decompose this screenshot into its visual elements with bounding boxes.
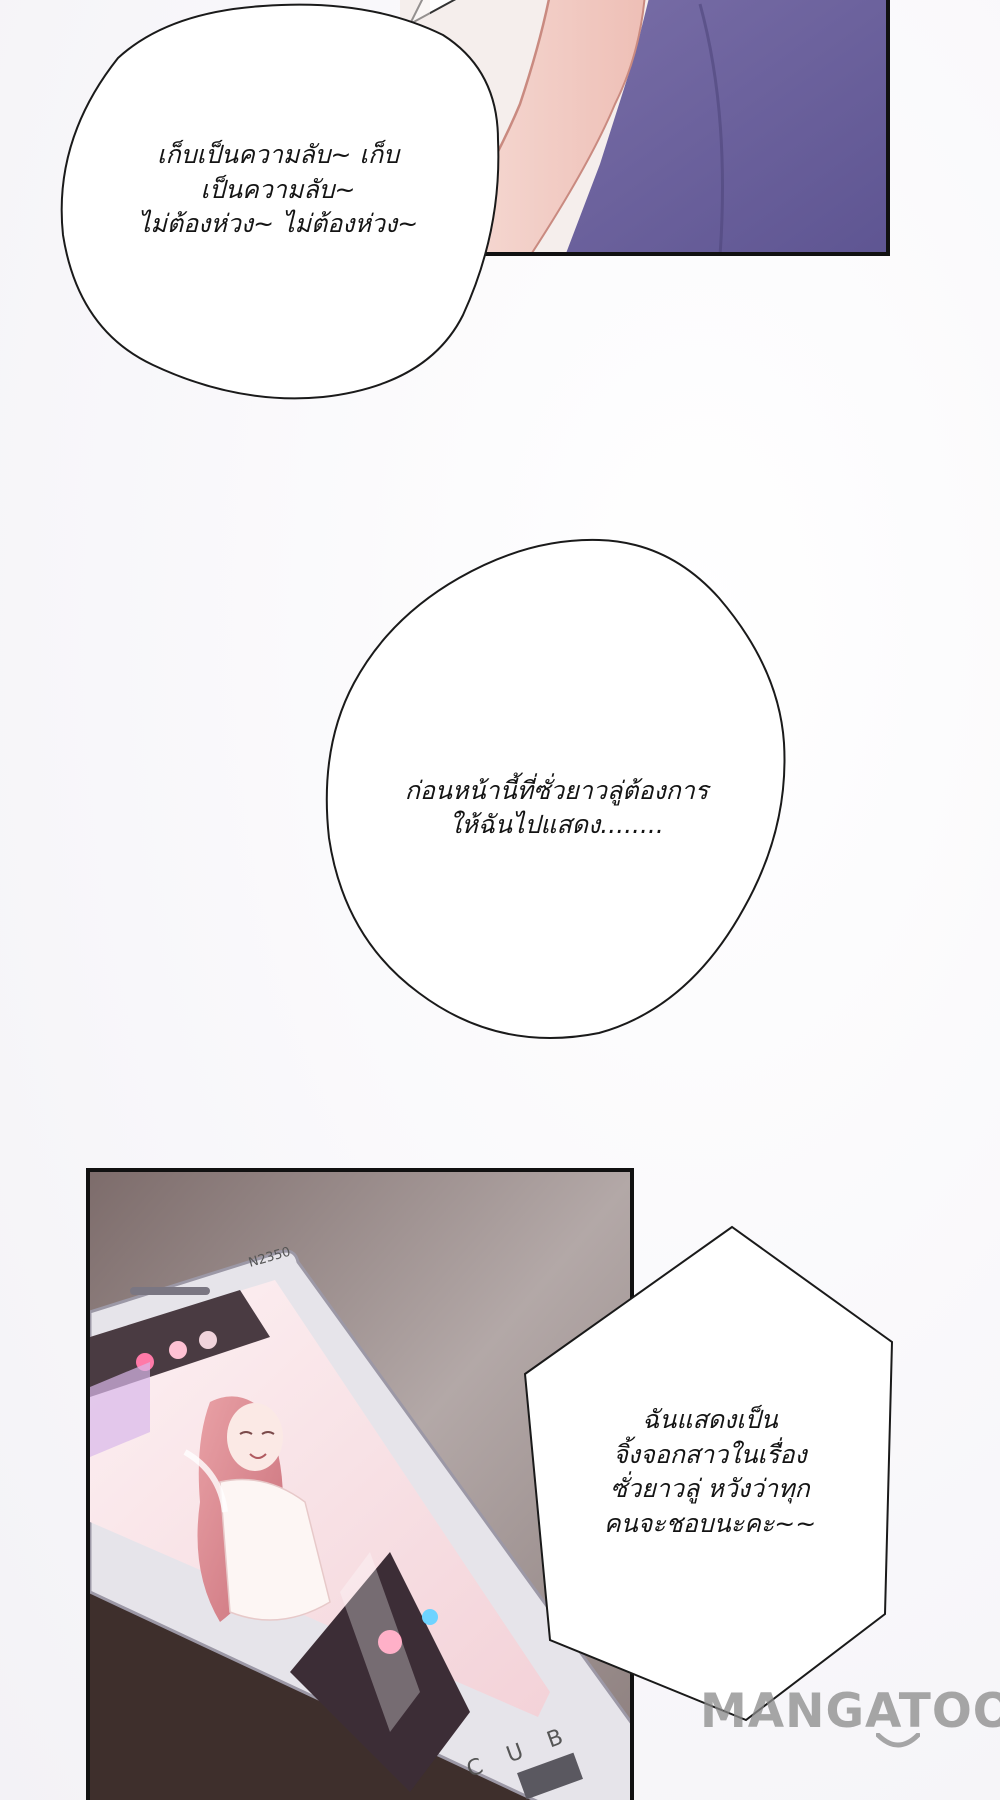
speech-bubble-middle: ก่อนหน้านี้ที่ซั่วยาวลู่ต้องการ ให้ฉันไป… <box>324 538 789 1043</box>
comic-page: เก็บเป็นความลับ~ เก็บ เป็นความลับ~ ไม่ต้… <box>0 0 1000 1800</box>
dialogue-line: ซั่วยาวลู่ หวังว่าทุก <box>610 1474 810 1503</box>
speech-bubble-bottom: ฉันแสดงเป็น จิ้งจอกสาวในเรื่อง ซั่วยาวลู… <box>520 1222 895 1727</box>
dialogue-line: ฉันแสดงเป็น <box>642 1405 778 1434</box>
dialogue-line: ให้ฉันไปแสดง........ <box>449 810 664 839</box>
speech-bubble-top: เก็บเป็นความลับ~ เก็บ เป็นความลับ~ ไม่ต้… <box>58 0 503 405</box>
watermark-smile-icon <box>876 1733 920 1748</box>
dialogue-line: ไม่ต้องห่วง~ ไม่ต้องห่วง~ <box>137 209 419 239</box>
speech-bubble-top-text: เก็บเป็นความลับ~ เก็บ เป็นความลับ~ ไม่ต้… <box>98 125 458 255</box>
speech-bubble-bottom-text: ฉันแสดงเป็น จิ้งจอกสาวในเรื่อง ซั่วยาวลู… <box>545 1397 875 1547</box>
dialogue-line: เป็นความลับ~ <box>200 174 356 204</box>
dialogue-line: คนจะชอบนะคะ~~ <box>603 1508 817 1538</box>
speech-bubble-middle-text: ก่อนหน้านี้ที่ซั่วยาวลู่ต้องการ ให้ฉันไป… <box>354 768 759 848</box>
mangatoon-watermark: MANGATOON <box>700 1684 1000 1739</box>
dialogue-line: จิ้งจอกสาวในเรื่อง <box>613 1439 807 1469</box>
dialogue-line: ก่อนหน้านี้ที่ซั่วยาวลู่ต้องการ <box>404 775 709 805</box>
dialogue-line: เก็บเป็นความลับ~ เก็บ <box>157 140 399 170</box>
